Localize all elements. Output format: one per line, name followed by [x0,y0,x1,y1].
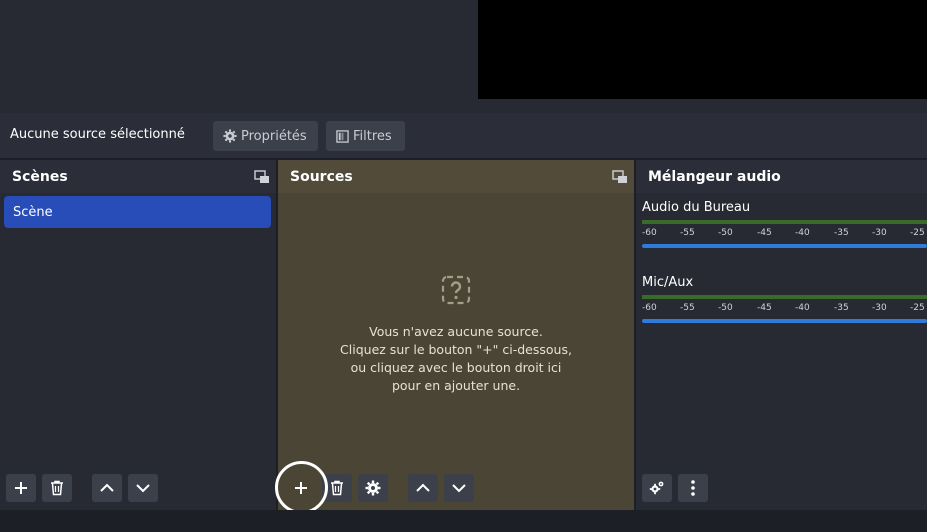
obs-window: Aucune source sélectionné Propriétés Fil… [0,0,927,532]
gear-icon [223,129,237,143]
sources-dock[interactable]: Sources Vous n'avez aucune source. Cliqu… [278,160,634,510]
empty-text-line: Vous n'avez aucune source. [369,324,543,339]
source-properties-button[interactable] [358,474,388,502]
highlight-ring [275,461,328,514]
channel-name: Mic/Aux [642,275,694,290]
meter-tick: -60 [642,303,657,313]
mixer-dock-header: Mélangeur audio [636,160,927,193]
empty-text-line: pour en ajouter une. [391,378,521,393]
sources-dock-header: Sources [278,160,634,193]
mixer-channel: Audio du Bureau -60 -55 -50 -45 -40 -35 … [642,200,927,248]
chevron-down-icon [451,482,467,494]
volume-meter [642,295,927,299]
no-source-label: Aucune source sélectionné [10,127,185,142]
plus-icon [13,480,29,496]
meter-tick: -25 [910,303,925,313]
volume-slider[interactable] [642,244,927,248]
properties-label: Propriétés [241,128,307,144]
chevron-up-icon [415,482,431,494]
meter-tick: -25 [910,228,925,238]
chevron-down-icon [135,482,151,494]
vertical-dots-icon [691,480,695,496]
move-scene-up-button[interactable] [92,474,122,502]
scenes-dock: Scènes Scène [0,160,276,510]
undock-icon[interactable] [254,170,270,184]
move-source-down-button[interactable] [444,474,474,502]
properties-button[interactable]: Propriétés [213,121,318,151]
meter-tick: -40 [795,228,810,238]
scenes-title: Scènes [12,168,68,185]
scene-item[interactable]: Scène [4,196,271,228]
meter-tick: -55 [680,228,695,238]
remove-scene-button[interactable] [42,474,72,502]
scene-item-label: Scène [13,204,53,220]
gears-icon [649,480,665,496]
meter-tick: -35 [834,303,849,313]
sources-empty-state: Vous n'avez aucune source. Cliquez sur l… [278,275,634,395]
question-icon [441,275,471,305]
meter-tick: -30 [872,303,887,313]
trash-icon [50,480,64,496]
meter-tick: -50 [718,228,733,238]
undock-icon[interactable] [612,170,628,184]
meter-tick: -35 [834,228,849,238]
filter-icon [336,129,349,143]
advanced-audio-button[interactable] [642,474,672,502]
meter-tick: -45 [757,228,772,238]
filters-button[interactable]: Filtres [326,121,405,151]
mixer-title: Mélangeur audio [648,168,781,185]
meter-tick: -50 [718,303,733,313]
scenes-toolbar [6,474,158,502]
meter-tick: -45 [757,303,772,313]
mixer-channel: Mic/Aux -60 -55 -50 -45 -40 -35 -30 -25 [642,275,927,323]
add-scene-button[interactable] [6,474,36,502]
trash-icon [330,480,344,496]
mixer-toolbar [642,474,708,502]
meter-scale: -60 -55 -50 -45 -40 -35 -30 -25 [642,301,927,315]
volume-slider[interactable] [642,319,927,323]
meter-tick: -60 [642,228,657,238]
volume-meter [642,220,927,224]
meter-tick: -40 [795,303,810,313]
status-strip [0,510,927,532]
gear-icon [365,480,381,496]
meter-tick: -55 [680,303,695,313]
sources-title: Sources [290,168,353,185]
move-scene-down-button[interactable] [128,474,158,502]
mixer-menu-button[interactable] [678,474,708,502]
filters-label: Filtres [353,128,392,144]
context-bar: Aucune source sélectionné Propriétés Fil… [0,113,927,158]
meter-scale: -60 -55 -50 -45 -40 -35 -30 -25 [642,226,927,240]
preview-canvas[interactable] [478,0,927,99]
preview-area [0,0,927,113]
move-source-up-button[interactable] [408,474,438,502]
meter-tick: -30 [872,228,887,238]
scenes-dock-header: Scènes [0,160,276,193]
empty-text-line: ou cliquez avec le bouton droit ici [350,360,562,375]
chevron-up-icon [99,482,115,494]
channel-name: Audio du Bureau [642,200,751,215]
audio-mixer-dock: Mélangeur audio Audio du Bureau -60 -55 … [636,160,927,510]
empty-text-line: Cliquez sur le bouton "+" ci-dessous, [340,342,572,357]
